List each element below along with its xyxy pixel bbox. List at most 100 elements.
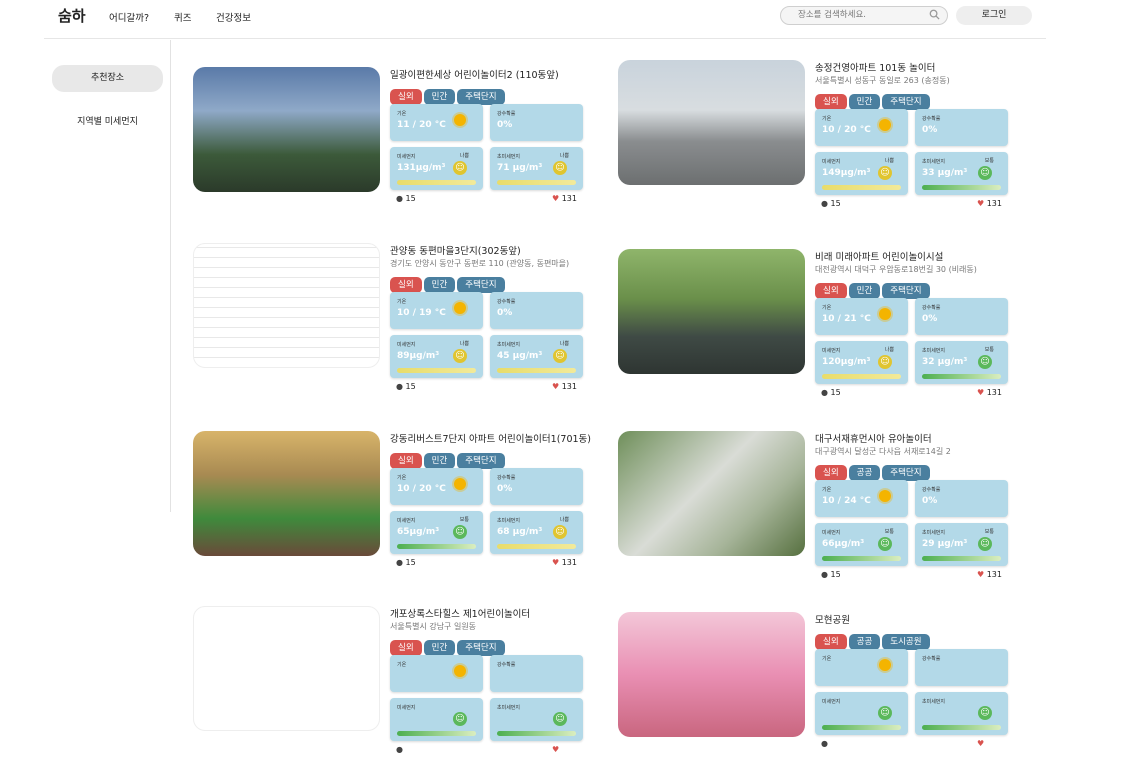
heart-icon: ♥ bbox=[977, 199, 985, 208]
place-thumbnail[interactable] bbox=[193, 431, 380, 556]
place-stats: ● ♥ bbox=[390, 745, 590, 759]
tag-category[interactable]: 주택단지 bbox=[457, 453, 505, 469]
place-thumbnail[interactable] bbox=[193, 243, 380, 368]
rain-box: 강수확률 bbox=[915, 649, 1008, 686]
place-title[interactable]: 모현공원 bbox=[815, 612, 1015, 626]
app-logo[interactable]: 숨하 bbox=[58, 5, 86, 26]
pm10-label: 미세먼지 bbox=[397, 342, 416, 348]
tag-indoor-outdoor[interactable]: 실외 bbox=[390, 453, 422, 469]
pm10-value: 65μg/m³ bbox=[397, 527, 440, 537]
sidebar-item-regional-dust[interactable]: 지역별 미세먼지 bbox=[52, 110, 163, 134]
tag-operator[interactable]: 민간 bbox=[423, 89, 456, 105]
like-count[interactable]: ♥ 131 bbox=[552, 558, 577, 567]
tag-operator[interactable]: 민간 bbox=[423, 277, 456, 293]
place-title[interactable]: 관양동 동편마을3단지(302동앞) bbox=[390, 243, 590, 257]
weather-boxes: 기온 10 / 21 °C 강수확률 0% 미세먼지 나쁨 120μg/m³ ☺… bbox=[815, 298, 1010, 386]
like-count[interactable]: ♥ 131 bbox=[977, 570, 1002, 579]
tag-indoor-outdoor[interactable]: 실외 bbox=[815, 465, 847, 481]
place-address: 서울특별시 성동구 동일로 263 (송정동) bbox=[815, 76, 950, 85]
tag-category[interactable]: 주택단지 bbox=[882, 283, 930, 299]
place-thumbnail[interactable] bbox=[193, 67, 380, 192]
pm25-grade: 보통 bbox=[984, 158, 994, 164]
like-count[interactable]: ♥ bbox=[552, 745, 559, 754]
nav-where-to-go[interactable]: 어디갈까? bbox=[109, 10, 149, 24]
comment-count[interactable]: ● bbox=[821, 739, 828, 748]
like-count[interactable]: ♥ 131 bbox=[552, 382, 577, 391]
tag-indoor-outdoor[interactable]: 실외 bbox=[815, 283, 847, 299]
place-address: 대구광역시 달성군 다사읍 서재로14길 2 bbox=[815, 447, 951, 456]
like-count[interactable]: ♥ bbox=[977, 739, 984, 748]
tag-operator[interactable]: 민간 bbox=[423, 640, 456, 656]
pm10-value: 131μg/m³ bbox=[397, 163, 446, 173]
like-count[interactable]: ♥ 131 bbox=[977, 199, 1002, 208]
heart-icon: ♥ bbox=[977, 739, 985, 748]
comment-count[interactable]: ● bbox=[396, 745, 403, 754]
place-title[interactable]: 송정건영아파트 101동 놀이터 bbox=[815, 60, 1015, 74]
sidebar-item-recommended[interactable]: 추천장소 bbox=[52, 65, 163, 92]
tag-indoor-outdoor[interactable]: 실외 bbox=[390, 640, 422, 656]
weather-boxes: 기온 강수확률 미세먼지 ☺ 초미세먼지 ☺ bbox=[390, 655, 585, 743]
tag-category[interactable]: 주택단지 bbox=[882, 94, 930, 110]
pm10-face-icon: ☺ bbox=[453, 161, 467, 175]
search-input[interactable]: 장소를 검색하세요. bbox=[780, 6, 948, 25]
place-card[interactable]: 송정건영아파트 101동 놀이터 서울특별시 성동구 동일로 263 (송정동)… bbox=[618, 60, 1018, 220]
tag-indoor-outdoor[interactable]: 실외 bbox=[390, 277, 422, 293]
place-thumbnail[interactable] bbox=[618, 249, 805, 374]
temperature-box: 기온 bbox=[815, 649, 908, 686]
comment-count[interactable]: ● 15 bbox=[821, 570, 841, 579]
heart-icon: ♥ bbox=[977, 570, 985, 579]
pm10-level-bar bbox=[397, 731, 476, 736]
comment-count[interactable]: ● 15 bbox=[821, 199, 841, 208]
tag-category[interactable]: 주택단지 bbox=[457, 89, 505, 105]
comment-count[interactable]: ● 15 bbox=[396, 558, 416, 567]
tag-indoor-outdoor[interactable]: 실외 bbox=[815, 94, 847, 110]
place-thumbnail[interactable] bbox=[618, 60, 805, 185]
place-title[interactable]: 일광이편한세상 어린이놀이터2 (110동앞) bbox=[390, 67, 590, 81]
rain-label: 강수확률 bbox=[497, 299, 516, 305]
pm25-grade: 나쁨 bbox=[559, 341, 569, 347]
tag-indoor-outdoor[interactable]: 실외 bbox=[390, 89, 422, 105]
place-title[interactable]: 개포상록스타힐스 제1어린이놀이터 bbox=[390, 606, 590, 620]
tag-category[interactable]: 주택단지 bbox=[457, 640, 505, 656]
place-thumbnail[interactable] bbox=[618, 431, 805, 556]
like-count[interactable]: ♥ 131 bbox=[977, 388, 1002, 397]
heart-icon: ♥ bbox=[552, 382, 560, 391]
comment-count[interactable]: ● 15 bbox=[396, 194, 416, 203]
nav-quiz[interactable]: 퀴즈 bbox=[174, 10, 191, 24]
comment-count[interactable]: ● 15 bbox=[821, 388, 841, 397]
tag-operator[interactable]: 민간 bbox=[423, 453, 456, 469]
place-thumbnail[interactable] bbox=[193, 606, 380, 731]
pm10-level-bar bbox=[822, 725, 901, 730]
tag-operator[interactable]: 공공 bbox=[848, 634, 881, 650]
nav-health-info[interactable]: 건강정보 bbox=[216, 10, 251, 24]
comment-count[interactable]: ● 15 bbox=[396, 382, 416, 391]
tag-category[interactable]: 도시공원 bbox=[882, 634, 930, 650]
place-card[interactable]: 강동리버스트7단지 아파트 어린이놀이터1(701동) 실외 민간 주택단지 기온 … bbox=[193, 431, 593, 591]
place-title[interactable]: 강동리버스트7단지 아파트 어린이놀이터1(701동) bbox=[390, 431, 591, 445]
place-card[interactable]: 비래 미래아파트 어린이놀이시설 대전광역시 대덕구 우암동로18번길 30 (… bbox=[618, 249, 1018, 409]
place-thumbnail[interactable] bbox=[618, 612, 805, 737]
place-card[interactable]: 관양동 동편마을3단지(302동앞) 경기도 안양시 동안구 동편로 110 (… bbox=[193, 243, 593, 403]
place-card[interactable]: 대구서재휴먼시아 유아놀이터 대구광역시 달성군 다사읍 서재로14길 2 실외… bbox=[618, 431, 1018, 591]
tag-category[interactable]: 주택단지 bbox=[457, 277, 505, 293]
place-title[interactable]: 대구서재휴먼시아 유아놀이터 bbox=[815, 431, 1015, 445]
tag-operator[interactable]: 공공 bbox=[848, 465, 881, 481]
place-card[interactable]: 일광이편한세상 어린이놀이터2 (110동앞) 실외 민간 주택단지 기온 11 /… bbox=[193, 67, 593, 227]
comment-icon: ● bbox=[821, 199, 828, 208]
tag-operator[interactable]: 민간 bbox=[848, 283, 881, 299]
pm10-value: 89μg/m³ bbox=[397, 351, 440, 361]
tag-category[interactable]: 주택단지 bbox=[882, 465, 930, 481]
place-card[interactable]: 개포상록스타힐스 제1어린이놀이터 서울특별시 강남구 일원동 실외 민간 주택단지… bbox=[193, 606, 593, 766]
place-title[interactable]: 비래 미래아파트 어린이놀이시설 bbox=[815, 249, 1015, 263]
place-tags: 실외 민간 주택단지 bbox=[815, 278, 1015, 299]
login-button[interactable]: 로그인 bbox=[956, 6, 1032, 25]
place-card[interactable]: 모현공원 실외 공공 도시공원 기온 강수확률 미세먼지 ☺ 초미세먼지 ☺ ●… bbox=[618, 612, 1018, 772]
pm10-face-icon: ☺ bbox=[878, 166, 892, 180]
tag-indoor-outdoor[interactable]: 실외 bbox=[815, 634, 847, 650]
pm25-box: 초미세먼지 ☺ bbox=[490, 698, 583, 741]
tag-operator[interactable]: 민간 bbox=[848, 94, 881, 110]
sun-icon bbox=[454, 302, 466, 314]
like-count[interactable]: ♥ 131 bbox=[552, 194, 577, 203]
search-icon[interactable] bbox=[929, 9, 940, 27]
rain-label: 강수확률 bbox=[922, 305, 941, 311]
